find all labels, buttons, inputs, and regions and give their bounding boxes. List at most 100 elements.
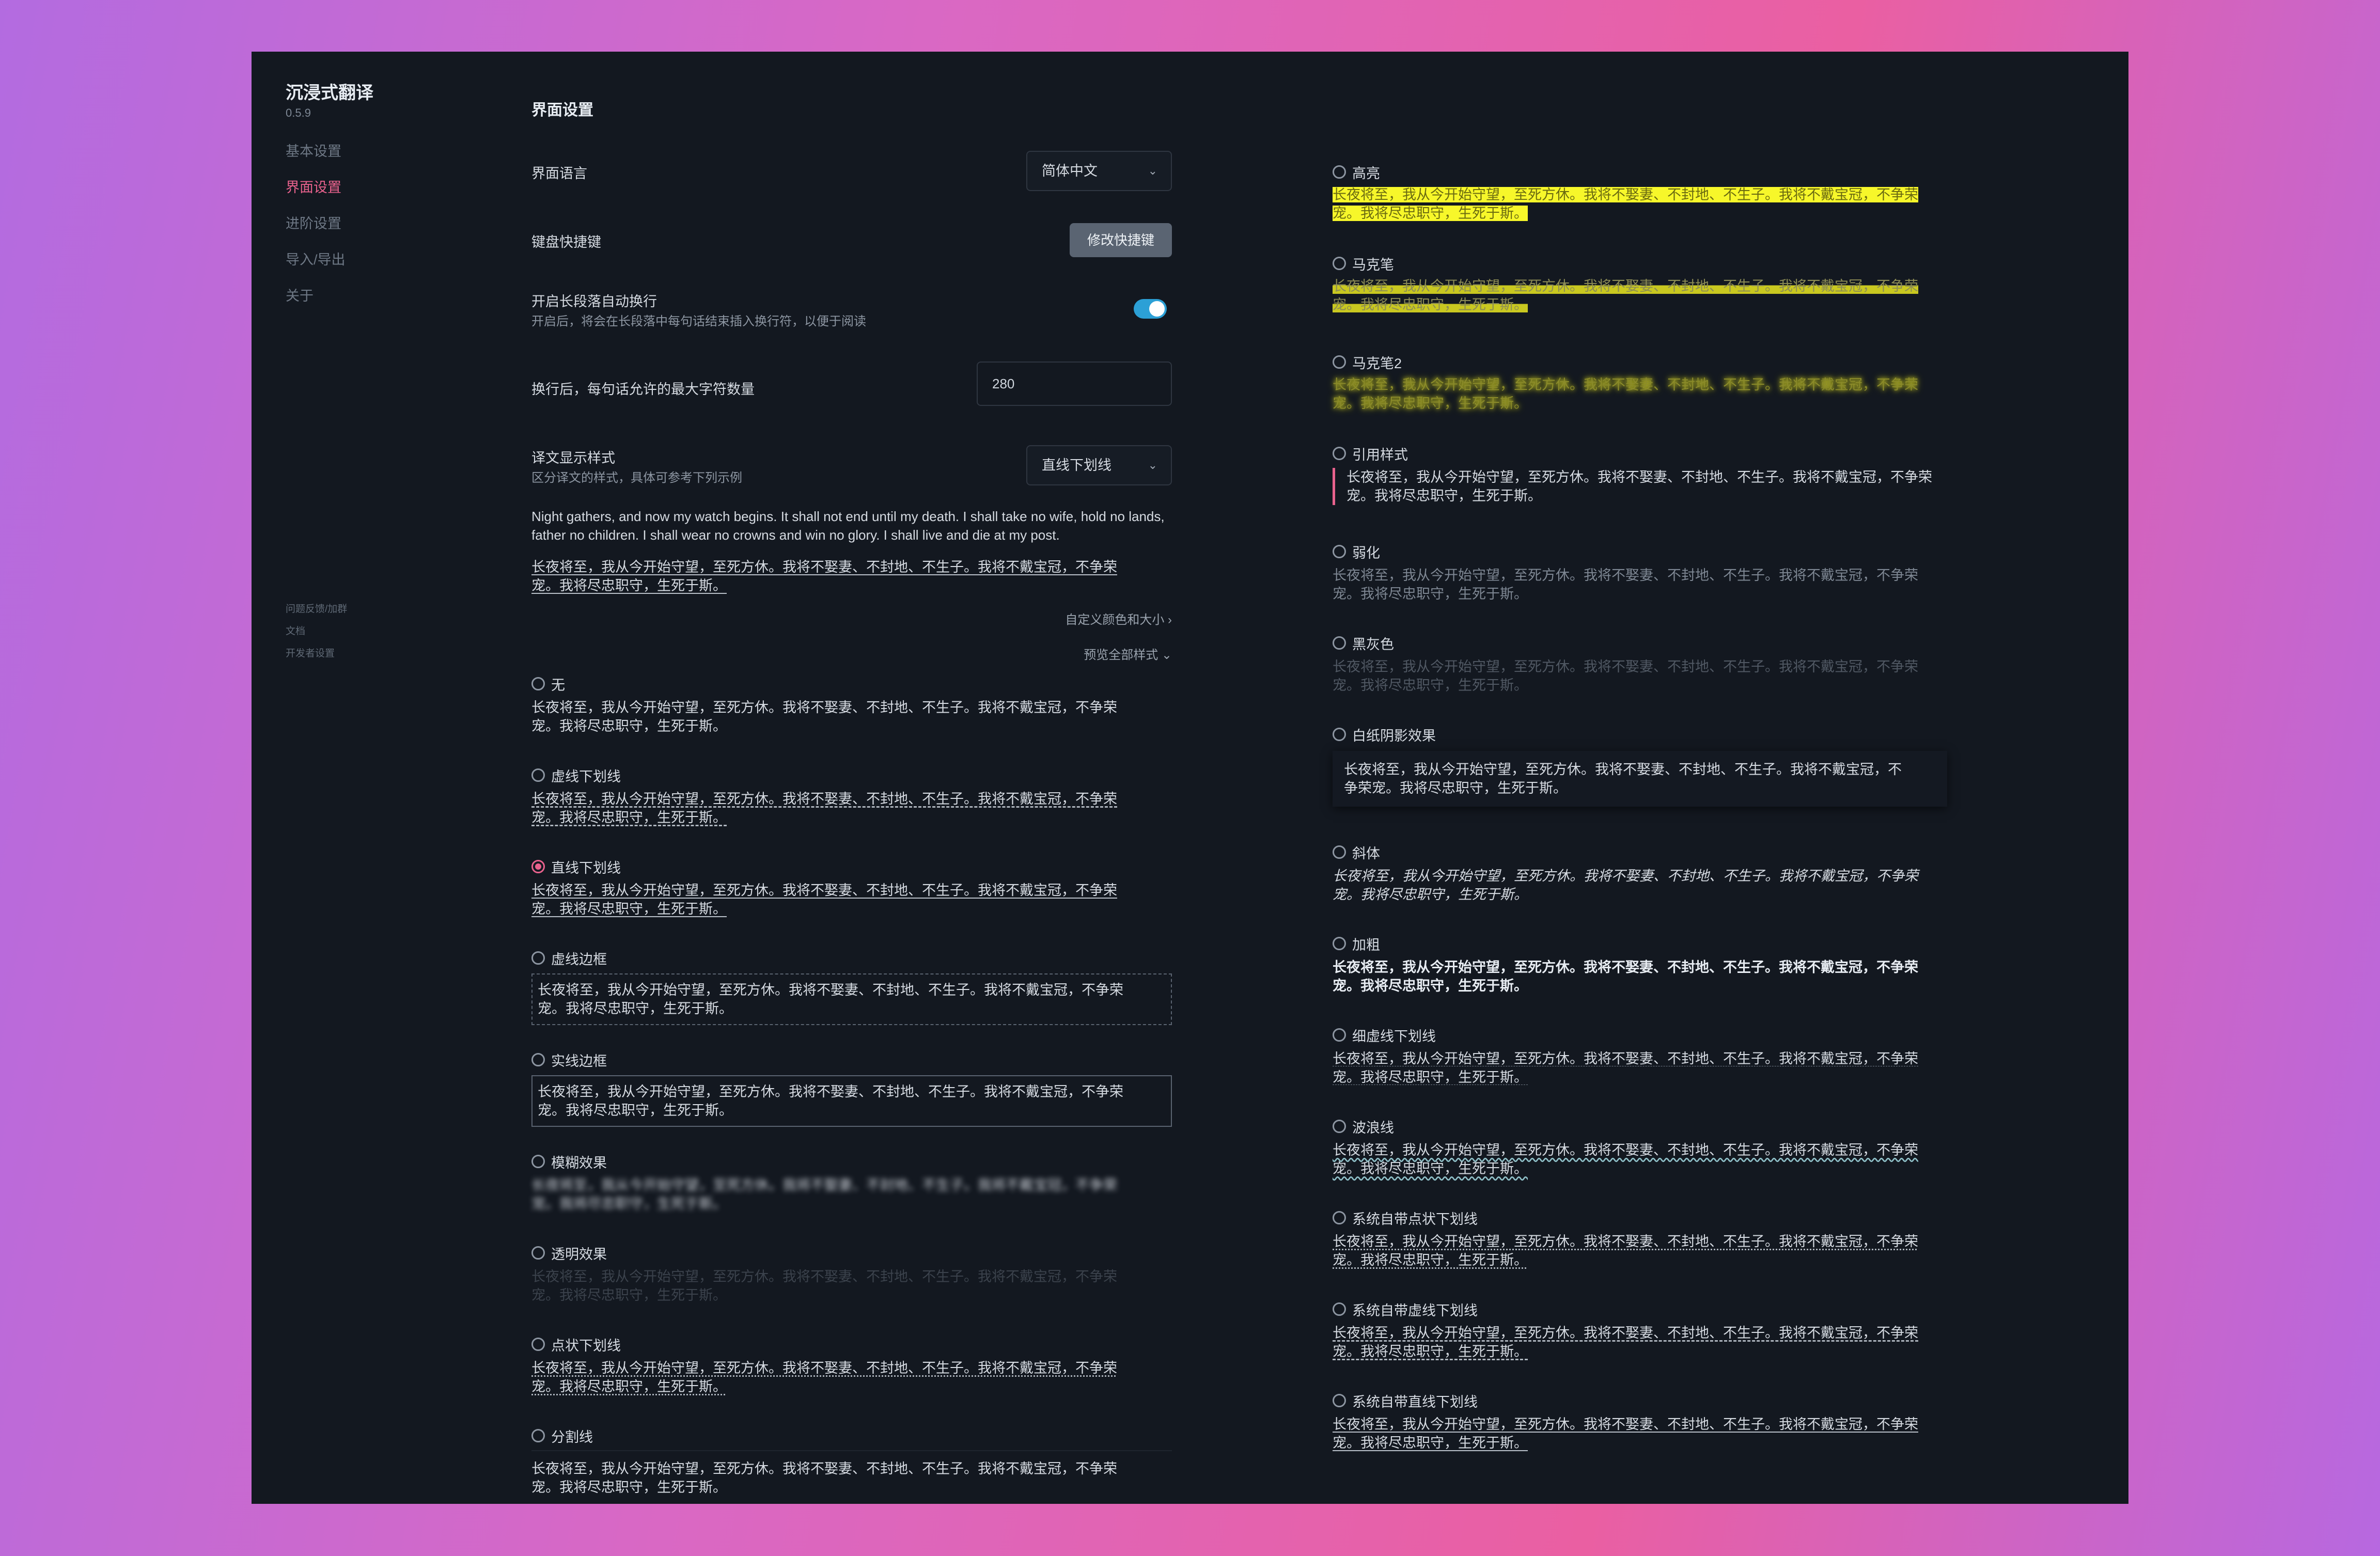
style-option-paper-shadow[interactable]: 白纸阴影效果 长夜将至，我从今开始守望，至死方休。我将不娶妻、不封地、不生子。我… (1333, 725, 1947, 807)
option-label: 实线边框 (551, 1053, 607, 1069)
radio-button[interactable] (1333, 845, 1346, 859)
option-label: 系统自带点状下划线 (1352, 1211, 1478, 1227)
edit-shortcut-button[interactable]: 修改快捷键 (1070, 223, 1172, 257)
radio-button[interactable] (531, 1246, 545, 1260)
style-option-thin-dashed-underline[interactable]: 细虚线下划线 长夜将至，我从今开始守望，至死方休。我将不娶妻、不封地、不生子。我… (1333, 1026, 1947, 1087)
radio-button[interactable] (531, 1053, 545, 1066)
radio-button[interactable] (531, 768, 545, 782)
radio-button[interactable] (1333, 355, 1346, 369)
radio-button[interactable] (1333, 1394, 1346, 1407)
style-option-system-solid-underline[interactable]: 系统自带直线下划线 长夜将至，我从今开始守望，至死方休。我将不娶妻、不封地、不生… (1333, 1391, 1947, 1452)
option-preview: 长夜将至，我从今开始守望，至死方休。我将不娶妻、不封地、不生子。我将不戴宝冠，不… (531, 1267, 1172, 1304)
translation-line: 宠。我将尽忠职守，生死于斯。 (538, 1001, 733, 1016)
sample-translation: 长夜将至，我从今开始守望，至死方休。我将不娶妻、不封地、不生子。我将不戴宝冠，不… (531, 558, 1167, 595)
option-preview: 长夜将至，我从今开始守望，至死方休。我将不娶妻、不封地、不生子。我将不戴宝冠，不… (1333, 375, 1947, 413)
option-label: 高亮 (1352, 165, 1380, 181)
preview-all-styles-link[interactable]: 预览全部样式 ⌄ (1084, 645, 1172, 663)
option-preview: 长夜将至，我从今开始守望，至死方休。我将不娶妻、不封地、不生子。我将不戴宝冠，不… (1333, 867, 1947, 904)
style-select[interactable]: 直线下划线 ⌄ (1026, 445, 1172, 485)
style-option-divider[interactable]: 分割线 长夜将至，我从今开始守望，至死方休。我将不娶妻、不封地、不生子。我将不戴… (531, 1426, 1172, 1497)
radio-button[interactable] (1333, 1211, 1346, 1224)
developer-settings-link[interactable]: 开发者设置 (286, 642, 347, 665)
radio-button[interactable] (531, 1155, 545, 1168)
style-option-marker[interactable]: 马克笔 长夜将至，我从今开始守望，至死方休。我将不娶妻、不封地、不生子。我将不戴… (1333, 254, 1947, 314)
radio-button-selected[interactable] (531, 860, 545, 873)
translation-line: 宠。我将尽忠职守，生死于斯。 (531, 1287, 727, 1303)
radio-button[interactable] (1333, 937, 1346, 950)
translation-line: 长夜将至，我从今开始守望，至死方休。我将不娶妻、不封地、不生子。我将不戴宝冠，不… (531, 1461, 1117, 1476)
style-option-marker2[interactable]: 马克笔2 长夜将至，我从今开始守望，至死方休。我将不娶妻、不封地、不生子。我将不… (1333, 353, 1947, 413)
radio-button[interactable] (1333, 257, 1346, 270)
translation-line: 长夜将至，我从今开始守望，至死方休。我将不娶妻、不封地、不生子。我将不戴宝冠，不… (1346, 469, 1932, 485)
style-option-system-dotted-underline[interactable]: 系统自带点状下划线 长夜将至，我从今开始守望，至死方休。我将不娶妻、不封地、不生… (1333, 1208, 1947, 1269)
radio-button[interactable] (531, 1338, 545, 1351)
translation-line: 宠。我将尽忠职守，生死于斯。 (531, 578, 727, 593)
translation-line: 长夜将至，我从今开始守望，至死方休。我将不娶妻、不封地、不生子。我将不戴宝冠，不… (538, 982, 1123, 998)
autobreak-toggle[interactable] (1134, 299, 1167, 319)
translation-line: 长夜将至，我从今开始守望，至死方休。我将不娶妻、不封地、不生子。我将不戴宝冠，不… (1333, 187, 1918, 202)
style-option-dark-gray[interactable]: 黑灰色 长夜将至，我从今开始守望，至死方休。我将不娶妻、不封地、不生子。我将不戴… (1333, 634, 1947, 695)
radio-button[interactable] (531, 677, 545, 690)
sidebar-item-about[interactable]: 关于 (286, 278, 472, 314)
option-preview: 长夜将至，我从今开始守望，至死方休。我将不娶妻、不封地、不生子。我将不戴宝冠，不… (1333, 185, 1947, 223)
radio-button[interactable] (1333, 545, 1346, 558)
language-select[interactable]: 简体中文 ⌄ (1026, 151, 1172, 191)
radio-button[interactable] (1333, 1120, 1346, 1133)
radio-button[interactable] (1333, 636, 1346, 650)
chevron-right-icon: › (1168, 613, 1172, 627)
style-option-bold[interactable]: 加粗 长夜将至，我从今开始守望，至死方休。我将不娶妻、不封地、不生子。我将不戴宝… (1333, 934, 1947, 995)
preview-link-label: 预览全部样式 (1084, 648, 1158, 662)
style-option-solid-underline[interactable]: 直线下划线 长夜将至，我从今开始守望，至死方休。我将不娶妻、不封地、不生子。我将… (531, 857, 1172, 918)
style-option-dashed-border[interactable]: 虚线边框 长夜将至，我从今开始守望，至死方休。我将不娶妻、不封地、不生子。我将不… (531, 949, 1172, 1025)
radio-button[interactable] (531, 951, 545, 965)
style-option-italic[interactable]: 斜体 长夜将至，我从今开始守望，至死方休。我将不娶妻、不封地、不生子。我将不戴宝… (1333, 843, 1947, 904)
sidebar-item-advanced[interactable]: 进阶设置 (286, 206, 472, 242)
option-label: 斜体 (1352, 845, 1380, 861)
radio-button[interactable] (1333, 165, 1346, 179)
translation-line: 宠。我将尽忠职守，生死于斯。 (1333, 678, 1528, 693)
style-option-none[interactable]: 无 长夜将至，我从今开始守望，至死方休。我将不娶妻、不封地、不生子。我将不戴宝冠… (531, 674, 1172, 735)
radio-button[interactable] (1333, 1302, 1346, 1316)
option-preview: 长夜将至，我从今开始守望，至死方休。我将不娶妻、不封地、不生子。我将不戴宝冠，不… (531, 1450, 1172, 1497)
translation-line: 宠。我将尽忠职守，生死于斯。 (1333, 396, 1528, 411)
style-option-blur[interactable]: 模糊效果 长夜将至，我从今开始守望，至死方休。我将不娶妻、不封地、不生子。我将不… (531, 1152, 1172, 1213)
sidebar-item-basic[interactable]: 基本设置 (286, 133, 472, 169)
style-option-quote[interactable]: 引用样式 长夜将至，我从今开始守望，至死方休。我将不娶妻、不封地、不生子。我将不… (1333, 444, 1947, 505)
option-preview: 长夜将至，我从今开始守望，至死方休。我将不娶妻、不封地、不生子。我将不戴宝冠，不… (1333, 566, 1947, 603)
style-option-solid-border[interactable]: 实线边框 长夜将至，我从今开始守望，至死方休。我将不娶妻、不封地、不生子。我将不… (531, 1050, 1172, 1127)
radio-button[interactable] (531, 1429, 545, 1442)
translation-line: 宠。我将尽忠职守，生死于斯。 (1333, 297, 1528, 312)
sidebar-item-import-export[interactable]: 导入/导出 (286, 242, 472, 278)
option-label: 马克笔2 (1352, 355, 1402, 371)
docs-link[interactable]: 文档 (286, 620, 347, 642)
style-option-weak[interactable]: 弱化 长夜将至，我从今开始守望，至死方休。我将不娶妻、不封地、不生子。我将不戴宝… (1333, 542, 1947, 603)
option-preview: 长夜将至，我从今开始守望，至死方休。我将不娶妻、不封地、不生子。我将不戴宝冠，不… (1333, 1324, 1947, 1361)
option-preview: 长夜将至，我从今开始守望，至死方休。我将不娶妻、不封地、不生子。我将不戴宝冠，不… (531, 881, 1172, 918)
radio-button[interactable] (1333, 1028, 1346, 1042)
translation-line: 长夜将至，我从今开始守望，至死方休。我将不娶妻、不封地、不生子。我将不戴宝冠，不… (1333, 868, 1918, 884)
style-option-highlight[interactable]: 高亮 长夜将至，我从今开始守望，至死方休。我将不娶妻、不封地、不生子。我将不戴宝… (1333, 163, 1947, 223)
option-preview: 长夜将至，我从今开始守望，至死方休。我将不娶妻、不封地、不生子。我将不戴宝冠，不… (1333, 751, 1947, 807)
translation-line: 长夜将至，我从今开始守望，至死方休。我将不娶妻、不封地、不生子。我将不戴宝冠，不… (1333, 568, 1918, 583)
option-label: 波浪线 (1352, 1120, 1394, 1136)
radio-button[interactable] (1333, 728, 1346, 741)
translation-line: 宠。我将尽忠职守，生死于斯。 (531, 810, 727, 825)
style-option-system-dashed-underline[interactable]: 系统自带虚线下划线 长夜将至，我从今开始守望，至死方休。我将不娶妻、不封地、不生… (1333, 1300, 1947, 1361)
feedback-link[interactable]: 问题反馈/加群 (286, 598, 347, 620)
sidebar-item-interface[interactable]: 界面设置 (286, 169, 472, 206)
translation-line: 宠。我将尽忠职守，生死于斯。 (1333, 1070, 1528, 1085)
toggle-knob (1149, 301, 1165, 317)
translation-line: 宠。我将尽忠职守，生死于斯。 (531, 1379, 727, 1394)
style-option-transparent[interactable]: 透明效果 长夜将至，我从今开始守望，至死方休。我将不娶妻、不封地、不生子。我将不… (531, 1244, 1172, 1304)
option-preview: 长夜将至，我从今开始守望，至死方休。我将不娶妻、不封地、不生子。我将不戴宝冠，不… (531, 790, 1172, 827)
translation-line: 长夜将至，我从今开始守望，至死方休。我将不娶妻、不封地、不生子。我将不戴宝冠，不… (1333, 1325, 1918, 1341)
custom-color-size-link[interactable]: 自定义颜色和大小 › (1065, 609, 1172, 627)
maxchars-input[interactable]: 280 (977, 362, 1172, 406)
translation-line: 宠。我将尽忠职守，生死于斯。 (1333, 1344, 1528, 1359)
style-option-dotted-underline[interactable]: 点状下划线 长夜将至，我从今开始守望，至死方休。我将不娶妻、不封地、不生子。我将… (531, 1335, 1172, 1396)
radio-button[interactable] (1333, 447, 1346, 460)
translation-line: 长夜将至，我从今开始守望，至死方休。我将不娶妻、不封地、不生子。我将不戴宝冠，不… (531, 700, 1117, 715)
style-option-dashed-underline[interactable]: 虚线下划线 长夜将至，我从今开始守望，至死方休。我将不娶妻、不封地、不生子。我将… (531, 766, 1172, 827)
style-option-wavy[interactable]: 波浪线 长夜将至，我从今开始守望，至死方休。我将不娶妻、不封地、不生子。我将不戴… (1333, 1117, 1947, 1178)
option-label: 虚线下划线 (551, 768, 621, 784)
